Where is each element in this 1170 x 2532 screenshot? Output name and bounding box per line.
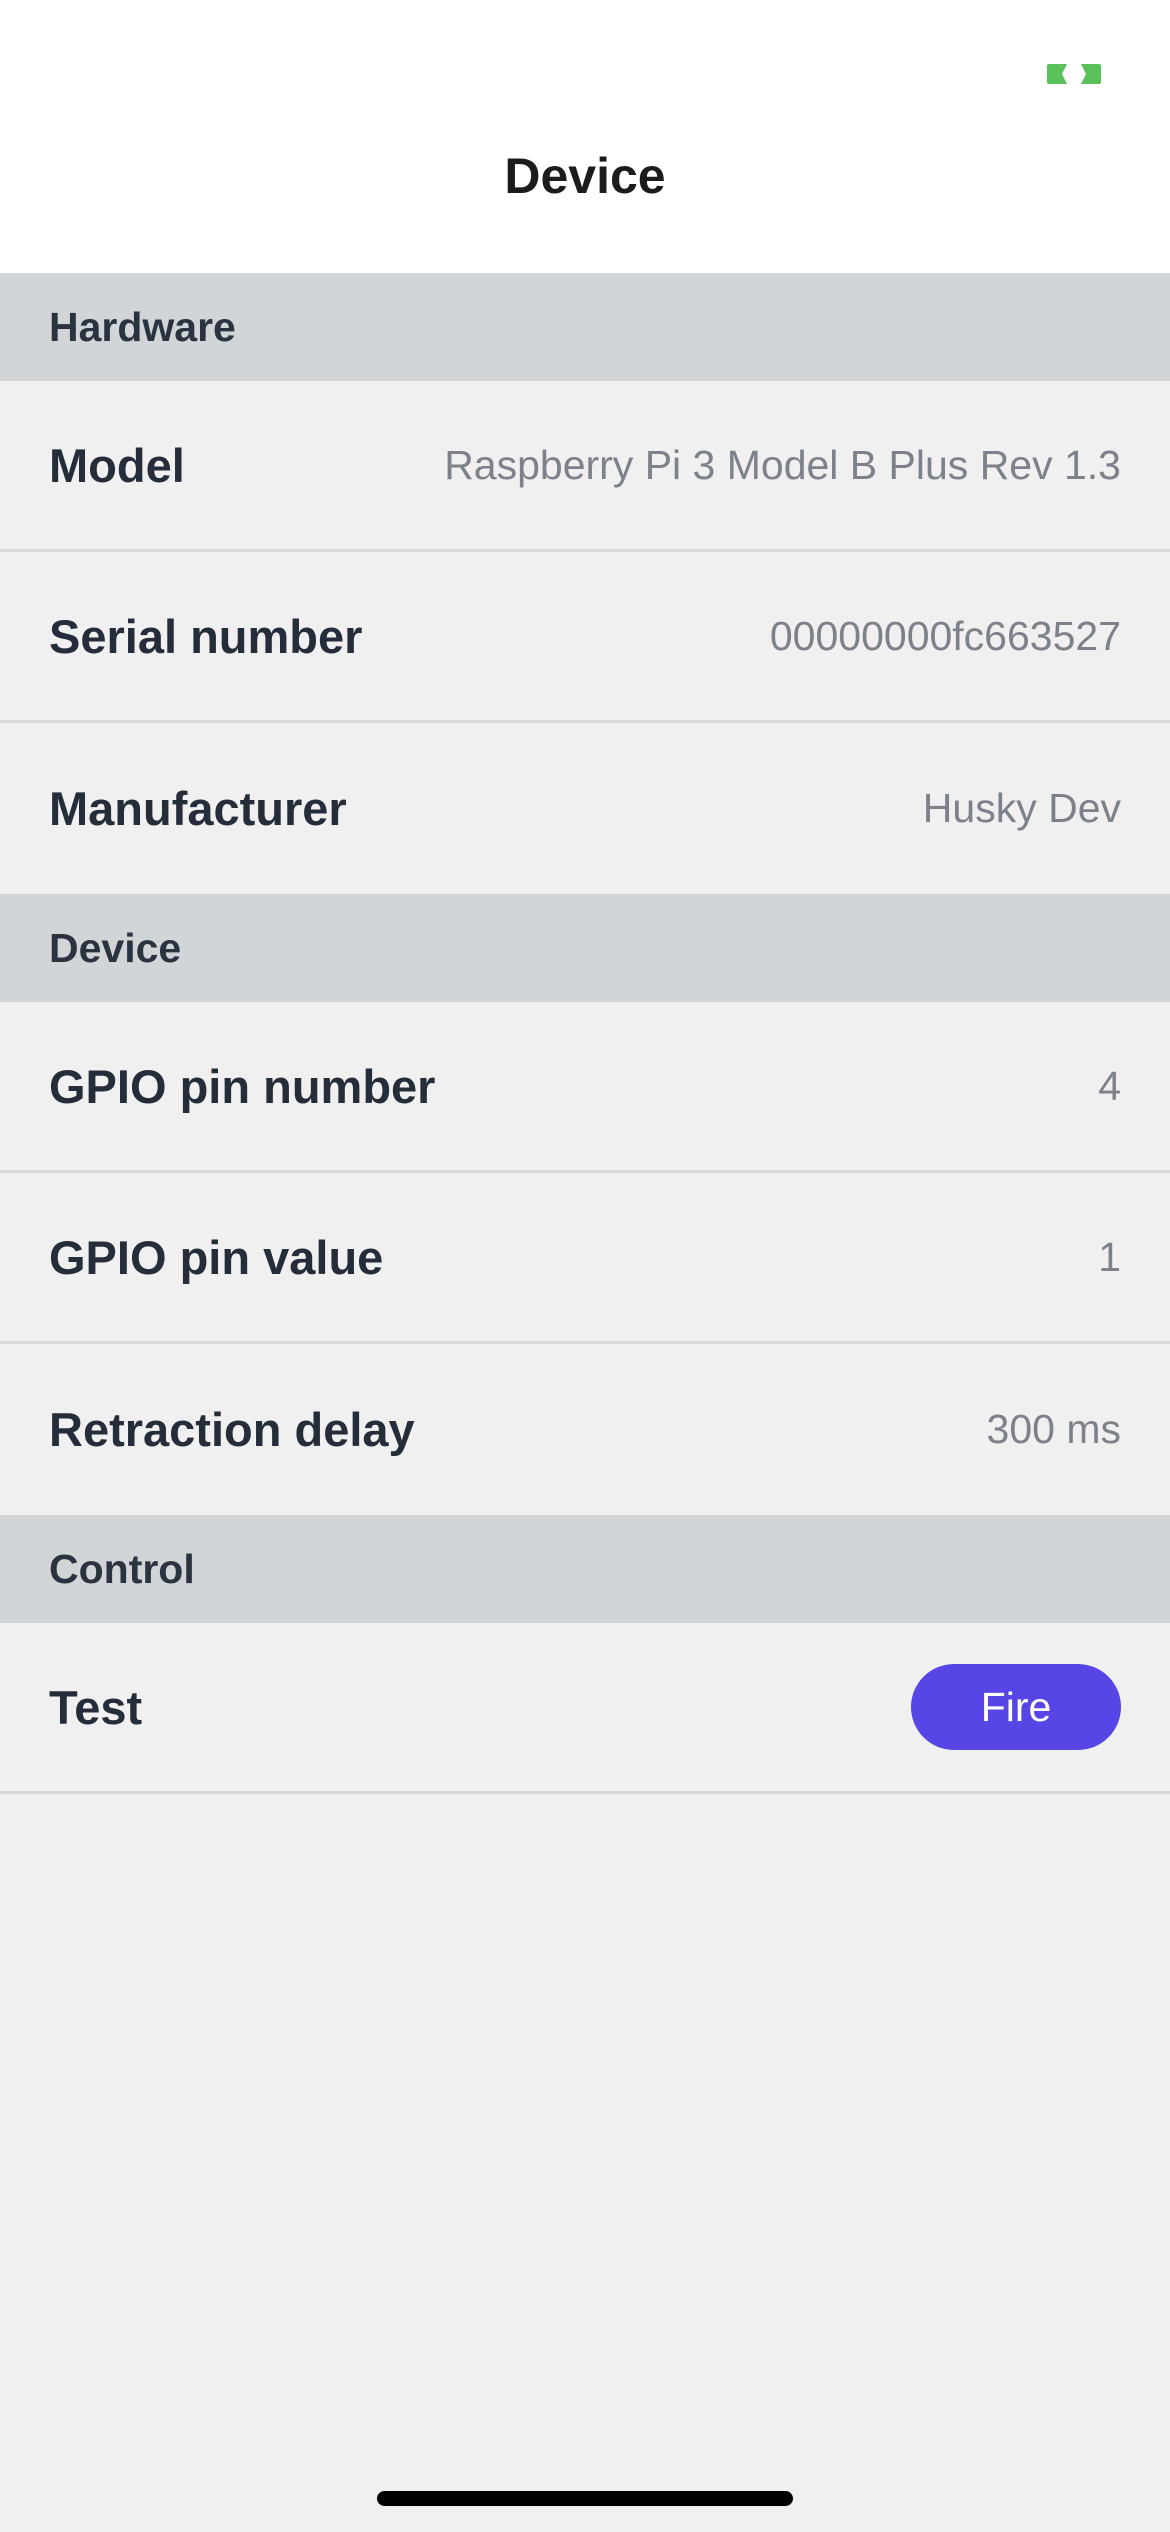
section-header-hardware: Hardware — [0, 273, 1170, 381]
page-title: Device — [504, 147, 666, 204]
row-label: Test — [49, 1680, 143, 1734]
row-gpio-pin-value: GPIO pin value 1 — [0, 1173, 1170, 1344]
row-serial-number: Serial number 00000000fc663527 — [0, 552, 1170, 723]
row-label: GPIO pin number — [49, 1059, 436, 1113]
row-test: Test Fire — [0, 1623, 1170, 1794]
row-label: Serial number — [49, 609, 363, 663]
settings-list: Hardware Model Raspberry Pi 3 Model B Pl… — [0, 273, 1170, 1794]
row-gpio-pin-number: GPIO pin number 4 — [0, 1002, 1170, 1173]
device-screen: Device Hardware Model Raspberry Pi 3 Mod… — [0, 0, 1170, 2532]
row-value: Raspberry Pi 3 Model B Plus Rev 1.3 — [444, 441, 1121, 488]
row-value: 1 — [1098, 1233, 1121, 1280]
row-manufacturer: Manufacturer Husky Dev — [0, 723, 1170, 894]
row-label: GPIO pin value — [49, 1230, 384, 1284]
row-value: 300 ms — [986, 1406, 1121, 1452]
section-header-control: Control — [0, 1515, 1170, 1623]
row-label: Model — [49, 438, 185, 492]
row-label: Manufacturer — [49, 782, 347, 835]
row-value: Husky Dev — [922, 785, 1121, 831]
fire-button[interactable]: Fire — [911, 1664, 1121, 1750]
home-indicator[interactable] — [377, 2491, 793, 2506]
row-label: Retraction delay — [49, 1403, 415, 1456]
row-value: 00000000fc663527 — [769, 612, 1121, 659]
status-bar — [0, 0, 1170, 140]
row-model: Model Raspberry Pi 3 Model B Plus Rev 1.… — [0, 381, 1170, 552]
status-indicator-icon — [1047, 64, 1101, 84]
row-retraction-delay: Retraction delay 300 ms — [0, 1344, 1170, 1515]
section-header-device: Device — [0, 894, 1170, 1002]
navigation-bar: Device — [0, 140, 1170, 273]
row-value: 4 — [1098, 1062, 1121, 1109]
